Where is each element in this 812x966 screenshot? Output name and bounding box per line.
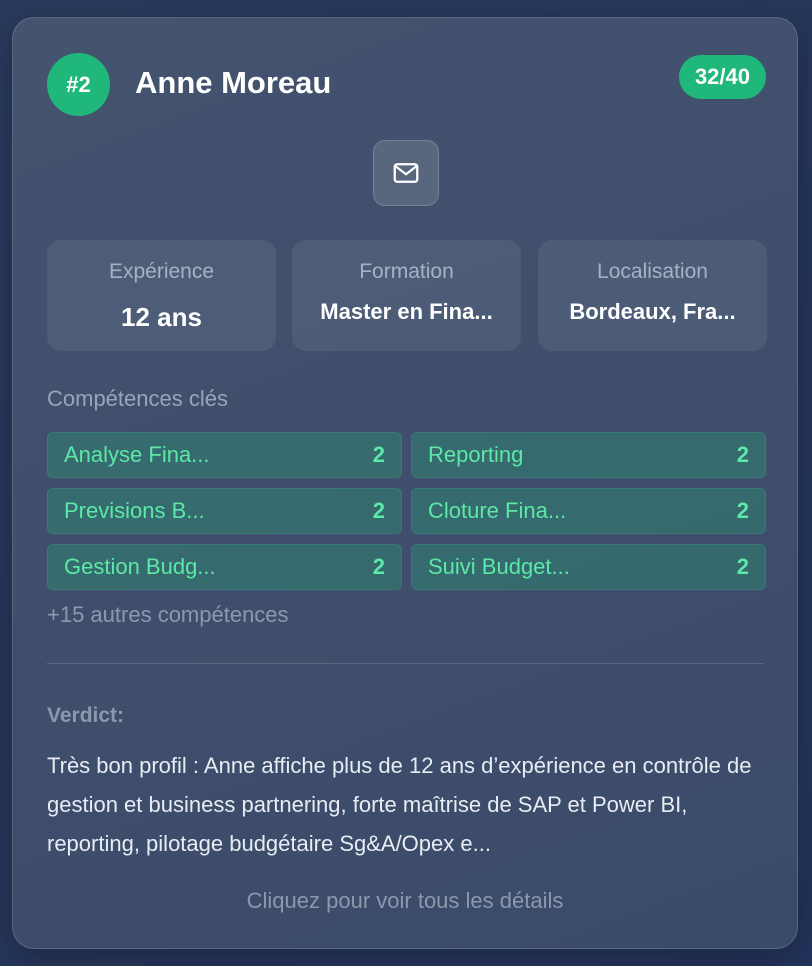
- skill-name: Cloture Fina...: [428, 498, 567, 523]
- education-label: Formation: [359, 260, 454, 283]
- mail-icon: [393, 163, 419, 183]
- verdict-text: Très bon profil : Anne affiche plus de 1…: [47, 753, 752, 856]
- skill-name: Reporting: [428, 442, 524, 467]
- details-hint[interactable]: Cliquez pour voir tous les détails: [13, 888, 797, 914]
- experience-value: 12 ans: [121, 302, 202, 332]
- location-label: Localisation: [597, 260, 708, 283]
- score-badge: 32/40: [678, 55, 766, 99]
- verdict-label: Verdict:: [47, 704, 125, 727]
- skill-count: 2: [372, 498, 385, 523]
- skill-count: 2: [372, 554, 385, 579]
- rank-badge: #2: [47, 53, 110, 116]
- location-value: Bordeaux, Fra...: [569, 299, 736, 324]
- education-value: Master en Fina...: [320, 299, 493, 324]
- skill-count: 2: [736, 442, 749, 467]
- skill-count: 2: [736, 554, 749, 579]
- experience-box: Expérience 12 ans: [47, 240, 276, 351]
- candidate-name: Anne Moreau: [135, 65, 332, 100]
- location-box: Localisation Bordeaux, Fra...: [538, 240, 767, 351]
- education-box: Formation Master en Fina...: [292, 240, 521, 351]
- skill-tag: Previsions B... 2: [47, 488, 402, 534]
- more-skills-text: +15 autres compétences: [47, 602, 289, 627]
- skills-title: Compétences clés: [47, 386, 228, 411]
- skill-count: 2: [372, 442, 385, 467]
- skill-tag: Analyse Fina... 2: [47, 432, 402, 478]
- skill-count: 2: [736, 498, 749, 523]
- skill-tag: Gestion Budg... 2: [47, 544, 402, 590]
- skill-tag: Reporting 2: [411, 432, 766, 478]
- skill-tag: Suivi Budget... 2: [411, 544, 766, 590]
- skill-name: Previsions B...: [64, 498, 205, 523]
- skill-name: Gestion Budg...: [64, 554, 216, 579]
- skill-name: Suivi Budget...: [428, 554, 570, 579]
- skill-name: Analyse Fina...: [64, 442, 210, 467]
- experience-label: Expérience: [108, 260, 215, 283]
- skill-tag: Cloture Fina... 2: [411, 488, 766, 534]
- candidate-card[interactable]: #2 Anne Moreau 32/40 Expérience 12 ans F…: [12, 17, 798, 949]
- divider: [47, 663, 764, 664]
- email-button[interactable]: [373, 140, 439, 206]
